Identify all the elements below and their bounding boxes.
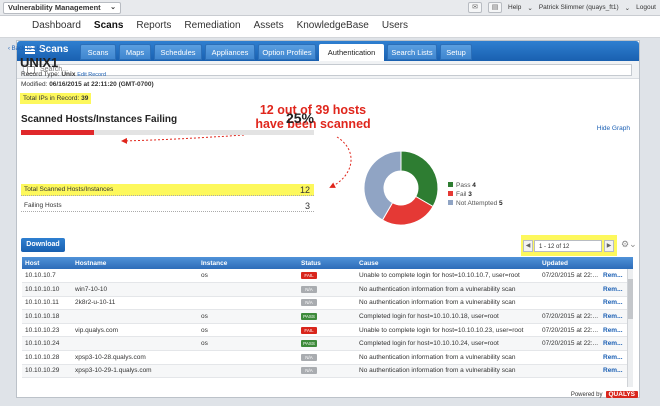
- column-header-instance[interactable]: Instance: [198, 257, 298, 269]
- status-cell: N/A: [298, 296, 356, 310]
- updated-cell: 07/20/2015 at 22:...: [542, 340, 599, 348]
- updated-cell: [539, 283, 600, 297]
- summary-percent: 25%: [285, 110, 314, 126]
- status-badge: N/A: [301, 367, 317, 375]
- table-row[interactable]: 10.10.10.11 2k8r2-u-10-11 N/A No authentica…: [22, 296, 633, 310]
- status-cell: N/A: [298, 283, 356, 297]
- failing-hosts-row: Failing Hosts 3: [21, 200, 314, 212]
- download-button[interactable]: Download: [21, 238, 65, 252]
- host-cell: 10.10.10.24: [25, 340, 60, 348]
- chart-legend: Pass 4 Fail 3 Not Attempted 5: [448, 181, 503, 208]
- status-badge: N/A: [301, 299, 317, 307]
- table-scrollbar[interactable]: [627, 269, 633, 387]
- host-cell: 10.10.10.18: [25, 313, 60, 321]
- updated-cell: 07/20/2015 at 22:...: [542, 313, 599, 321]
- column-header-updated[interactable]: Updated: [539, 257, 600, 269]
- table-row[interactable]: 10.10.10.7 os FAIL Unable to complete login…: [22, 269, 633, 283]
- status-cell: FAIL: [298, 269, 356, 283]
- hostname-cell: 2k8r2-u-10-11: [75, 299, 116, 307]
- column-header-host[interactable]: Host: [22, 257, 72, 269]
- status-badge: FAIL: [301, 272, 317, 280]
- updated-cell: 07/20/2015 at 22:...: [542, 326, 599, 334]
- column-header-cause[interactable]: Cause: [356, 257, 539, 269]
- cause-cell: No authentication information from a vul…: [359, 367, 516, 375]
- updated-cell: 07/20/2015 at 22:...: [542, 272, 599, 280]
- status-donut-chart: [363, 150, 439, 226]
- host-cell: 10.10.10.23: [25, 326, 60, 334]
- status-badge: FAIL: [301, 326, 317, 334]
- legend-fail: Fail 3: [448, 190, 503, 199]
- prev-page-icon[interactable]: ◀: [523, 240, 533, 252]
- arrow-to-total-ips: [121, 134, 245, 144]
- instance-cell: [198, 296, 298, 310]
- host-cell: 10.10.10.7: [25, 272, 56, 280]
- instance-cell: os: [201, 340, 208, 348]
- updated-cell: [539, 296, 600, 310]
- column-header-hostname[interactable]: Hostname: [72, 257, 198, 269]
- cause-cell: No authentication information from a vul…: [359, 353, 516, 361]
- cause-cell: No authentication information from a vul…: [359, 285, 516, 293]
- instance-cell: [198, 364, 298, 378]
- table-row[interactable]: 10.10.10.24 os PASS Completed login for hos…: [22, 336, 633, 351]
- instance-cell: os: [201, 326, 208, 334]
- table-row[interactable]: 10.10.10.28 xpsp3-10-28.qualys.com N/A No a…: [22, 351, 633, 365]
- table-row[interactable]: 10.10.10.29 xpsp3-10-29-1.qualys.com N/A No…: [22, 364, 633, 378]
- table-header: Host Hostname Instance Status Cause Updated: [22, 257, 633, 269]
- status-badge: N/A: [301, 285, 317, 293]
- hostname-cell: [72, 269, 198, 283]
- host-cell: 10.10.10.29: [25, 367, 60, 375]
- authentication-table: Host Hostname Instance Status Cause Updated 1…: [22, 257, 633, 378]
- progress-fill: [21, 130, 95, 135]
- legend-not-attempted: Not Attempted 5: [448, 199, 503, 208]
- hostname-cell: xpsp3-10-29-1.qualys.com: [75, 367, 152, 375]
- status-cell: FAIL: [298, 323, 356, 337]
- host-cell: 10.10.10.28: [25, 353, 60, 361]
- instance-cell: os: [201, 272, 208, 280]
- hostname-cell: [72, 310, 198, 324]
- failing-summary: Scanned Hosts/Instances Failing 25% Tota…: [21, 110, 314, 212]
- table-row[interactable]: 10.10.10.10 win7-10-10 N/A No authenticatio…: [22, 282, 633, 297]
- column-header-actions[interactable]: [600, 257, 633, 269]
- cause-cell: Unable to complete login for host=10.10.…: [359, 272, 520, 280]
- cause-cell: No authentication information from a vul…: [359, 299, 516, 307]
- host-cell: 10.10.10.10: [25, 285, 60, 293]
- cause-cell: Completed login for host=10.10.10.18, us…: [359, 313, 499, 321]
- table-row[interactable]: 10.10.10.23 vip.qualys.com os FAIL Unable to…: [22, 323, 633, 337]
- scrollbar-thumb[interactable]: [628, 279, 633, 319]
- next-page-icon[interactable]: ▶: [604, 240, 614, 252]
- status-cell: N/A: [298, 364, 356, 378]
- status-cell: N/A: [298, 351, 356, 365]
- footer: Powered by QUALYS: [571, 391, 638, 398]
- hostname-cell: xpsp3-10-28.qualys.com: [75, 353, 146, 361]
- status-badge: PASS: [301, 313, 317, 321]
- hostname-cell: vip.qualys.com: [75, 326, 118, 334]
- instance-cell: [198, 351, 298, 365]
- instance-cell: os: [201, 313, 208, 321]
- status-cell: PASS: [298, 310, 356, 324]
- failing-progress-bar: [21, 130, 314, 135]
- legend-pass: Pass 4: [448, 181, 503, 190]
- status-cell: PASS: [298, 337, 356, 351]
- updated-cell: [539, 364, 600, 378]
- status-badge: PASS: [301, 340, 317, 348]
- instance-cell: [198, 283, 298, 297]
- arrow-to-scanned-hosts: [329, 136, 352, 188]
- summary-title: Scanned Hosts/Instances Failing: [21, 114, 178, 125]
- cause-cell: Unable to complete login for host=10.10.…: [359, 326, 524, 334]
- qualys-logo: QUALYS: [605, 391, 638, 398]
- cause-cell: Completed login for host=10.10.10.24, us…: [359, 340, 499, 348]
- hostname-cell: win7-10-10: [75, 285, 108, 293]
- host-cell: 10.10.10.11: [25, 299, 59, 307]
- table-row[interactable]: 10.10.10.18 os PASS Completed login for hos…: [22, 309, 633, 324]
- gear-icon[interactable]: ⚙⌄: [621, 239, 637, 250]
- status-badge: N/A: [301, 353, 317, 361]
- page-range-select[interactable]: 1 - 12 of 12: [534, 240, 602, 252]
- table-body: 10.10.10.7 os FAIL Unable to complete login…: [22, 269, 633, 378]
- hostname-cell: [72, 337, 198, 351]
- column-header-status[interactable]: Status: [298, 257, 356, 269]
- updated-cell: [539, 351, 600, 365]
- pagination: ◀ 1 - 12 of 12 ▶: [521, 235, 617, 256]
- total-scanned-row: Total Scanned Hosts/Instances 12: [21, 184, 314, 196]
